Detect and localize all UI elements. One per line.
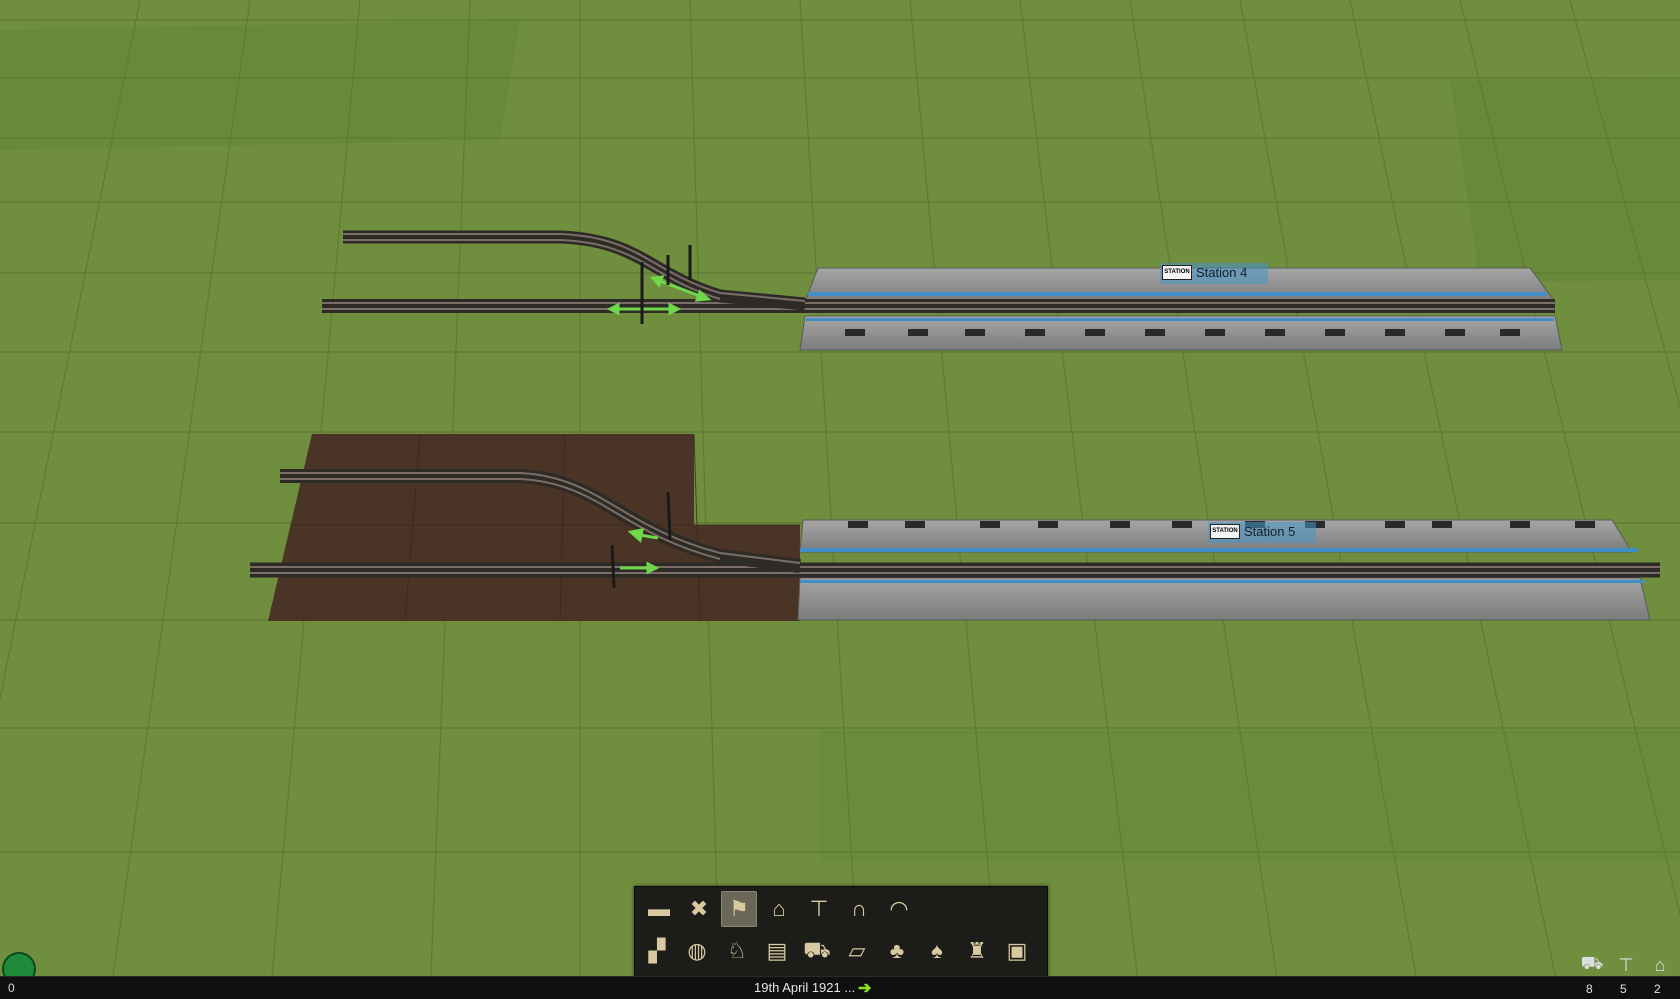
road-icon[interactable]: ▱ <box>839 933 875 969</box>
demolish-track-icon[interactable]: ✖ <box>681 891 717 927</box>
depot-count: 2 <box>1654 982 1661 996</box>
depot-count-icon[interactable]: ⌂ <box>1646 952 1674 978</box>
station-sign-icon: STATION <box>1162 265 1192 280</box>
terrain-tool-icon[interactable]: ▞ <box>639 933 675 969</box>
fast-forward-arrow-icon[interactable]: ➔ <box>858 978 871 998</box>
toolbar-row-1: ▬ ✖ ⚑ ⌂ ⊤ ∩ ◠ <box>641 891 917 927</box>
train-count: 8 <box>1586 982 1593 996</box>
build-toolbar: ▬ ✖ ⚑ ⌂ ⊤ ∩ ◠ ▞ ◍ ♘ ▤ ⛟ ▱ ♣ ♠ ♜ ▣ <box>634 886 1048 977</box>
bridge-icon[interactable]: ∩ <box>841 891 877 927</box>
pine-tree-icon[interactable]: ♣ <box>879 933 915 969</box>
station-tool-icon[interactable]: ⊤ <box>801 891 837 927</box>
tunnel-icon[interactable]: ◠ <box>881 891 917 927</box>
train-count-icon[interactable]: ⛟ <box>1578 952 1606 978</box>
bird-icon[interactable]: ♘ <box>719 933 755 969</box>
game-date: 19th April 1921 ... <box>754 980 856 995</box>
track-build-icon[interactable]: ▤ <box>759 933 795 969</box>
signal-tool-icon[interactable]: ⚑ <box>721 891 757 927</box>
depot-icon[interactable]: ⌂ <box>761 891 797 927</box>
waypoint-icon[interactable]: ◍ <box>679 933 715 969</box>
top-hat-icon[interactable]: ♜ <box>959 933 995 969</box>
station-5-name: Station 5 <box>1244 524 1296 539</box>
station-4-label[interactable]: STATION Station 4 <box>1160 263 1268 284</box>
station-count-icon[interactable]: ⊤ <box>1612 952 1640 978</box>
station-sign-icon: STATION <box>1210 524 1240 539</box>
status-bar: 0 19th April 1921 ... ➔ <box>0 976 1680 999</box>
station-5-label[interactable]: STATION Station 5 <box>1208 522 1316 543</box>
station-4-name: Station 4 <box>1196 265 1248 280</box>
computer-icon[interactable]: ▣ <box>999 933 1035 969</box>
toolbar-row-2: ▞ ◍ ♘ ▤ ⛟ ▱ ♣ ♠ ♜ ▣ <box>639 933 1035 969</box>
track-tool-icon[interactable]: ▬ <box>641 891 677 927</box>
bulldozer-icon[interactable]: ⛟ <box>799 933 835 969</box>
game-world-view[interactable] <box>0 0 1680 998</box>
deciduous-tree-icon[interactable]: ♠ <box>919 933 955 969</box>
money-counter: 0 <box>8 981 15 995</box>
station-count: 5 <box>1620 982 1627 996</box>
